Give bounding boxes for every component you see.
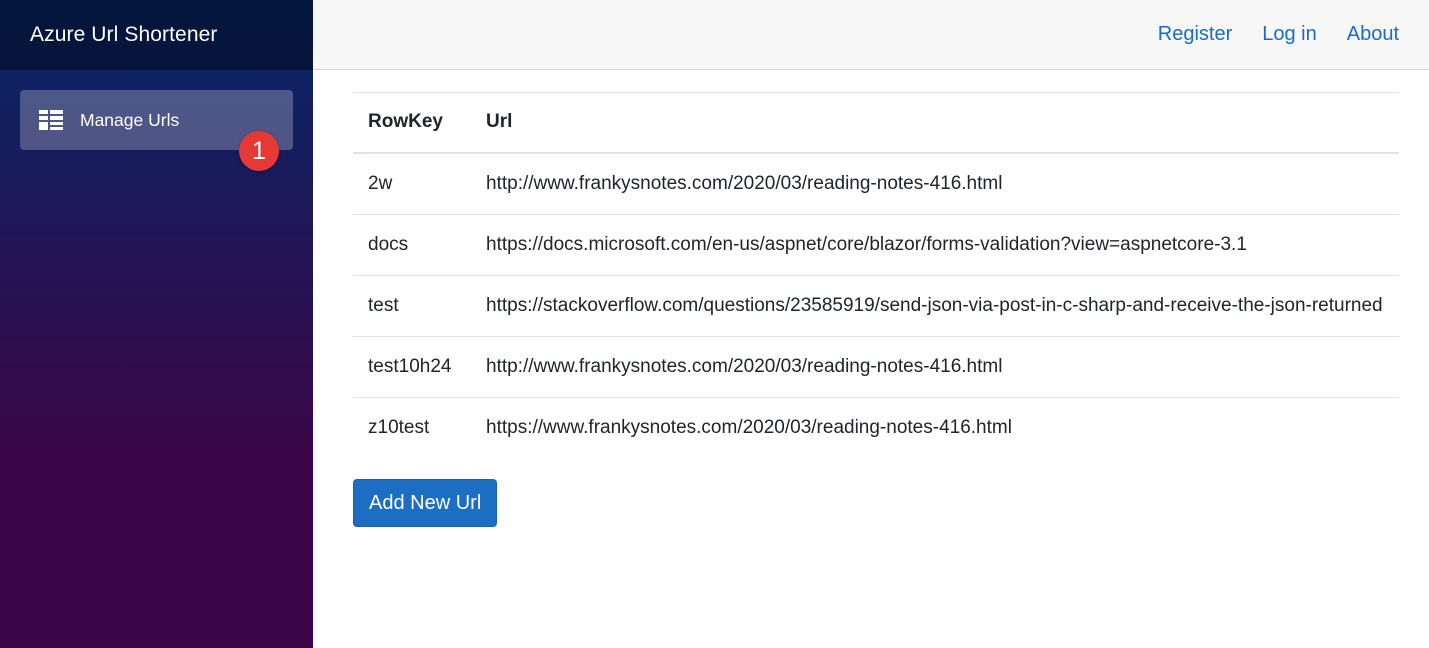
- add-new-url-button[interactable]: Add New Url: [353, 478, 498, 527]
- sidebar: Azure Url Shortener Manage Urls 1: [0, 0, 313, 648]
- row-key-cell: test10h24: [353, 335, 471, 397]
- top-nav-bar: Register Log in About: [313, 0, 1429, 70]
- row-key-cell: z10test: [353, 396, 471, 458]
- column-header-url: Url: [471, 92, 1399, 154]
- table-row: 2w http://www.frankysnotes.com/2020/03/r…: [353, 152, 1399, 214]
- main-content: RowKey Url 2w http://www.frankysnotes.co…: [353, 92, 1399, 527]
- row-key-cell: docs: [353, 213, 471, 275]
- row-key-cell: 2w: [353, 152, 471, 214]
- row-url-cell: http://www.frankysnotes.com/2020/03/read…: [471, 152, 1399, 214]
- brand-bar: Azure Url Shortener: [0, 0, 313, 70]
- sidebar-item-label: Manage Urls: [80, 109, 180, 130]
- about-link[interactable]: About: [1347, 23, 1399, 46]
- sidebar-item-manage-urls[interactable]: Manage Urls 1: [20, 90, 293, 171]
- row-url-cell: https://stackoverflow.com/questions/2358…: [471, 274, 1399, 336]
- sidebar-nav: Manage Urls 1: [0, 70, 313, 171]
- list-details-icon: [39, 110, 63, 130]
- row-url-cell: http://www.frankysnotes.com/2020/03/read…: [471, 335, 1399, 397]
- app-root: Azure Url Shortener Manage Urls 1 Regist…: [0, 0, 1429, 648]
- annotation-badge: 1: [239, 131, 279, 171]
- table-row: z10test https://www.frankysnotes.com/202…: [353, 396, 1399, 458]
- table-row: docs https://docs.microsoft.com/en-us/as…: [353, 213, 1399, 275]
- row-url-cell: https://www.frankysnotes.com/2020/03/rea…: [471, 396, 1399, 458]
- column-header-rowkey: RowKey: [353, 92, 471, 154]
- row-key-cell: test: [353, 274, 471, 336]
- urls-table: RowKey Url 2w http://www.frankysnotes.co…: [353, 92, 1399, 458]
- row-url-cell: https://docs.microsoft.com/en-us/aspnet/…: [471, 213, 1399, 275]
- register-link[interactable]: Register: [1158, 23, 1232, 46]
- table-row: test https://stackoverflow.com/questions…: [353, 274, 1399, 336]
- table-row: test10h24 http://www.frankysnotes.com/20…: [353, 335, 1399, 397]
- app-brand[interactable]: Azure Url Shortener: [30, 23, 217, 47]
- login-link[interactable]: Log in: [1262, 23, 1317, 46]
- table-header-row: RowKey Url: [353, 92, 1399, 154]
